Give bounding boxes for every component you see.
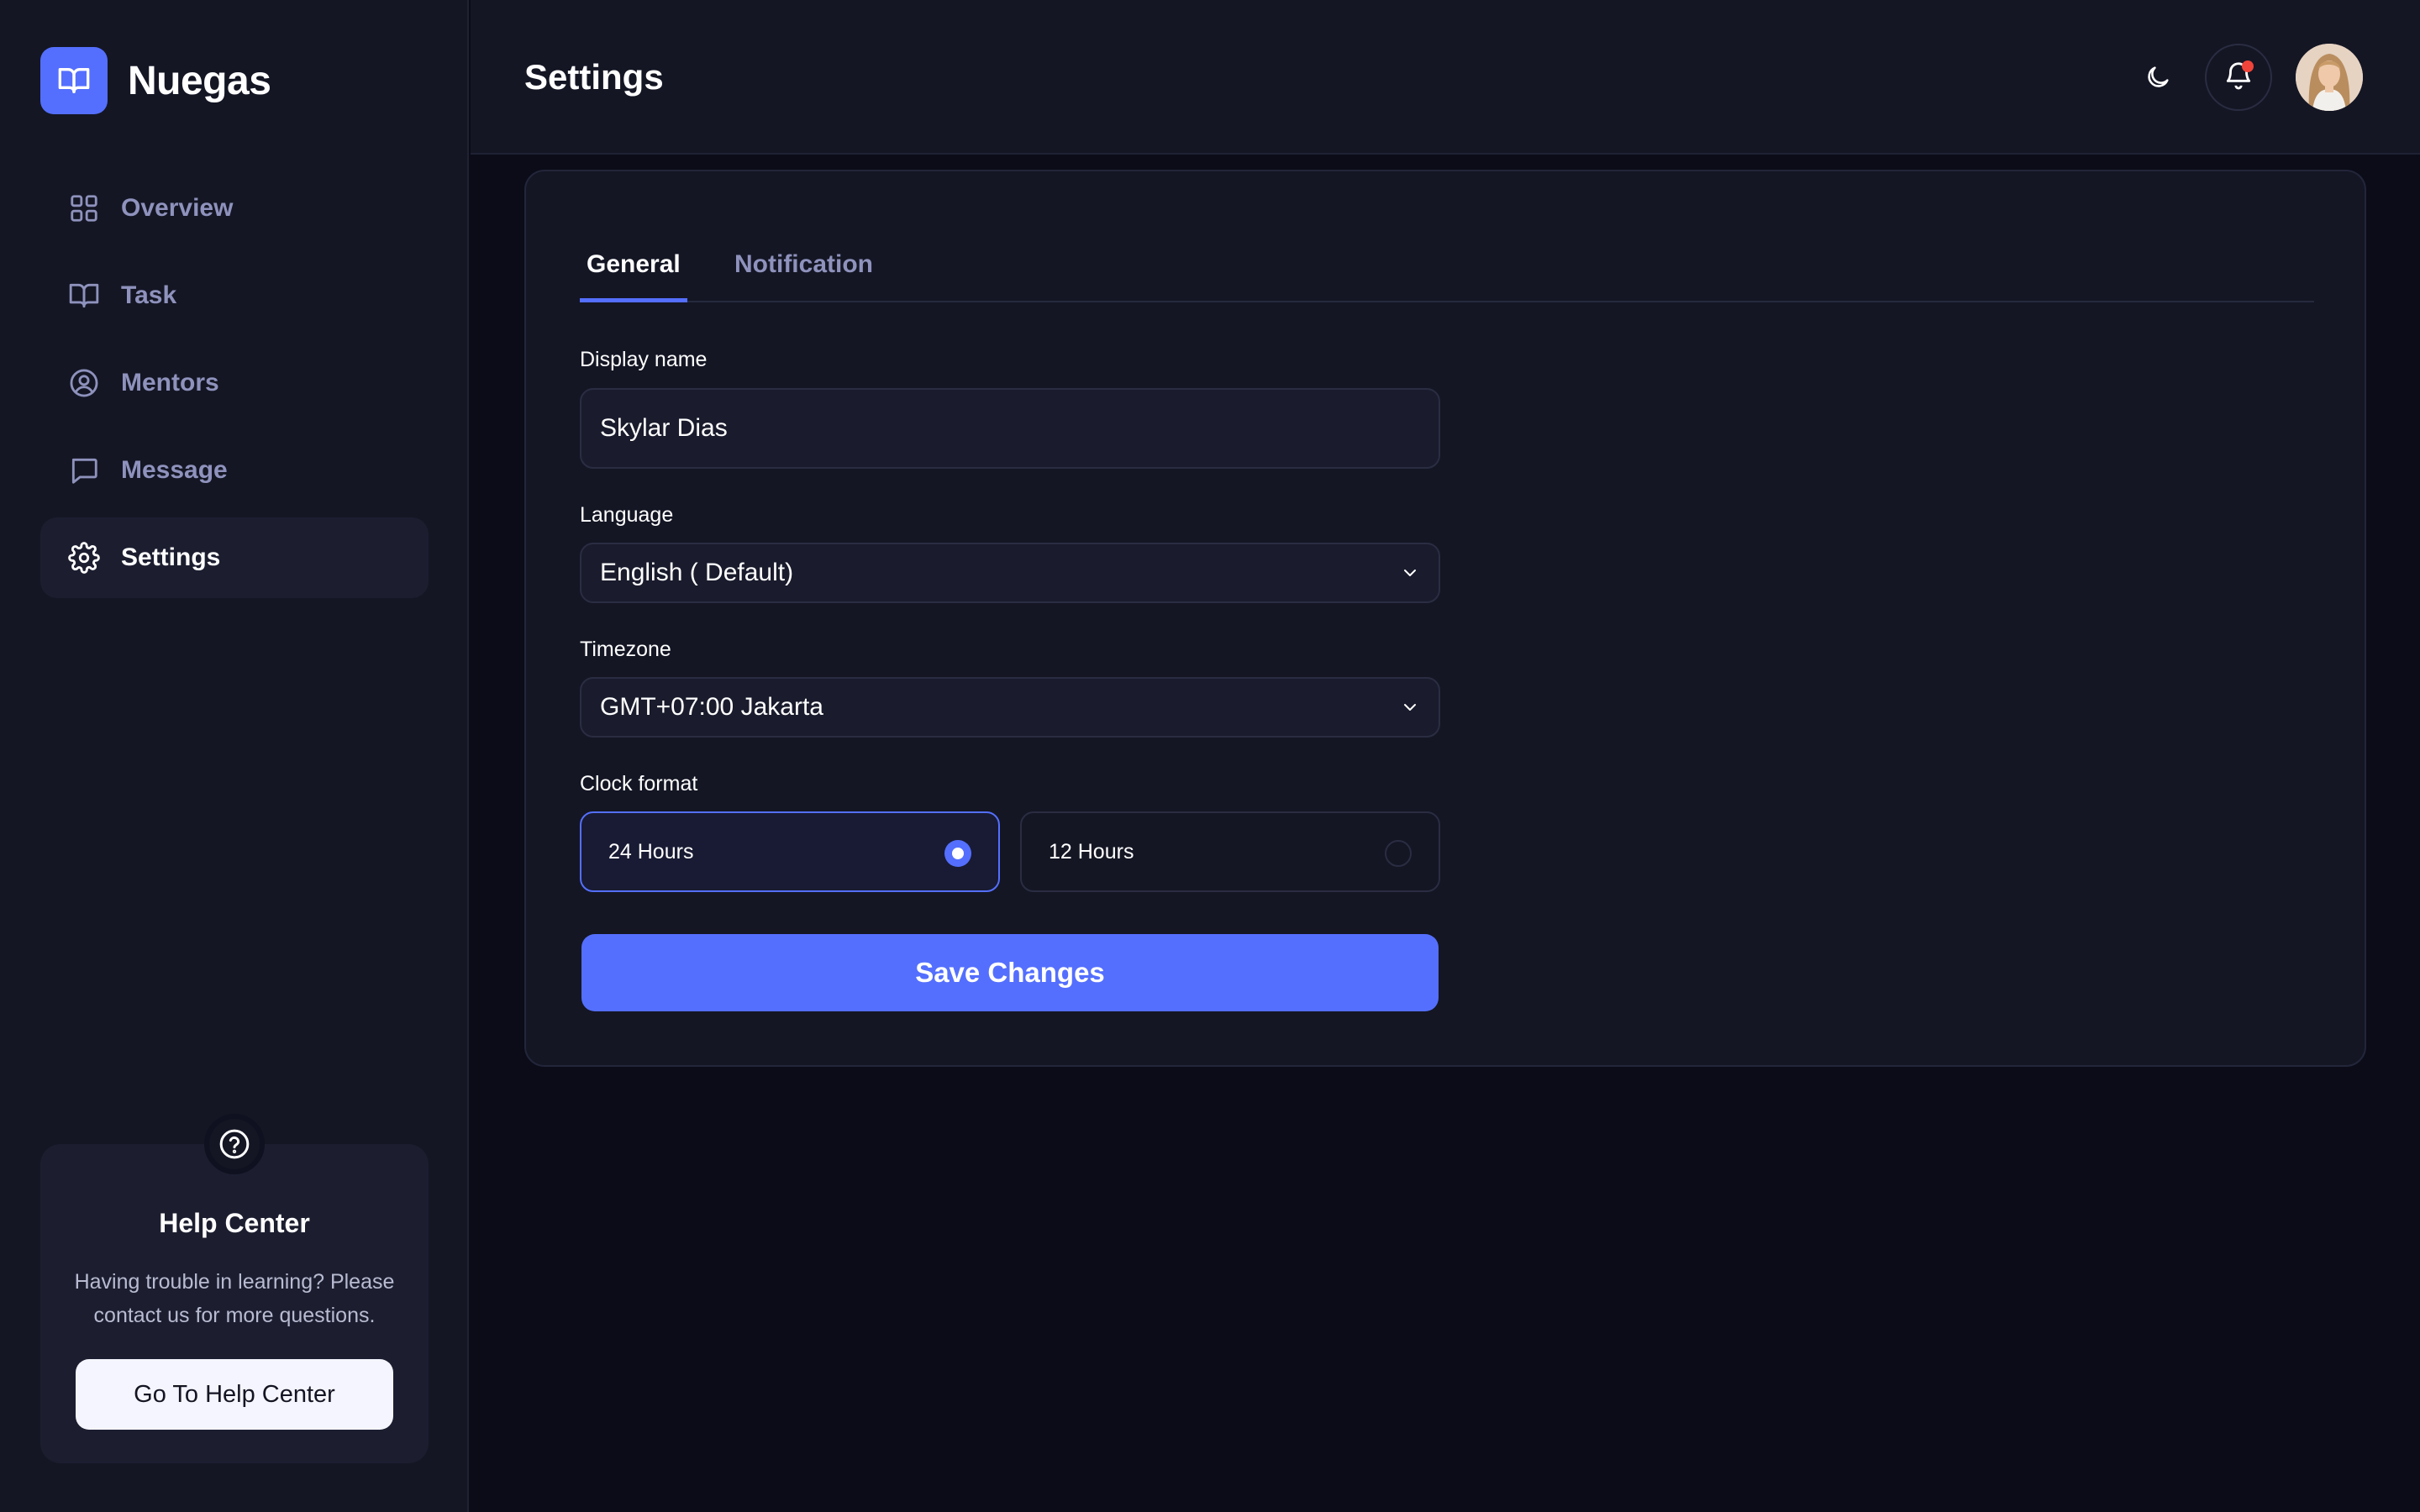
language-label: Language [580, 503, 674, 527]
book-open-icon [40, 47, 108, 114]
book-icon [67, 279, 101, 312]
display-name-field[interactable]: Skylar Dias [580, 388, 1440, 469]
save-changes-button[interactable]: Save Changes [581, 934, 1439, 1011]
sidebar-item-label: Overview [121, 194, 234, 222]
notification-button[interactable] [2205, 44, 2272, 111]
app-window: Nuegas Overview Task Mentors Message Set… [0, 0, 2420, 1512]
sidebar-item-mentors[interactable]: Mentors [40, 343, 429, 423]
settings-tabs: General Notification [580, 245, 2314, 302]
timezone-select[interactable]: GMT+07:00 Jakarta [580, 677, 1440, 738]
clock-format-24-hours[interactable]: 24 Hours [580, 811, 1000, 892]
tab-notification[interactable]: Notification [728, 245, 880, 302]
sidebar-item-label: Settings [121, 543, 221, 571]
go-to-help-center-button[interactable]: Go To Help Center [76, 1359, 393, 1430]
tab-general[interactable]: General [580, 245, 687, 302]
clock-format-label: Clock format [580, 772, 698, 795]
radio-checked-icon [944, 840, 971, 867]
timezone-label: Timezone [580, 638, 671, 661]
sidebar-item-label: Mentors [121, 369, 219, 396]
radio-unchecked-icon [1385, 840, 1412, 867]
top-header: Settings [471, 0, 2420, 155]
help-center-title: Help Center [159, 1208, 310, 1238]
question-circle-icon [204, 1114, 265, 1174]
chevron-down-icon [1400, 697, 1420, 717]
sidebar-item-message[interactable]: Message [40, 430, 429, 511]
sidebar-item-settings[interactable]: Settings [40, 517, 429, 598]
clock-format-12-hours[interactable]: 12 Hours [1020, 811, 1440, 892]
chat-icon [67, 454, 101, 487]
help-center-card: Help Center Having trouble in learning? … [40, 1114, 429, 1463]
user-circle-icon [67, 366, 101, 400]
timezone-value: GMT+07:00 Jakarta [600, 693, 823, 721]
sidebar-item-label: Task [121, 281, 177, 309]
page-title: Settings [524, 57, 664, 97]
chevron-down-icon [1400, 563, 1420, 583]
sidebar-item-overview[interactable]: Overview [40, 168, 429, 249]
display-name-label: Display name [580, 348, 708, 371]
grid-icon [67, 192, 101, 225]
help-center-text: Having trouble in learning? Please conta… [74, 1270, 395, 1327]
gear-icon [67, 541, 101, 575]
display-name-value: Skylar Dias [600, 414, 728, 442]
settings-card: General Notification Display name Skylar… [524, 170, 2366, 1067]
avatar[interactable] [2296, 44, 2363, 111]
language-value: English ( Default) [600, 559, 794, 586]
language-select[interactable]: English ( Default) [580, 543, 1440, 603]
brand[interactable]: Nuegas [40, 47, 271, 114]
notification-dot [2242, 60, 2254, 72]
moon-icon[interactable] [2124, 44, 2191, 111]
sidebar: Nuegas Overview Task Mentors Message Set… [0, 0, 469, 1512]
radio-label: 12 Hours [1049, 839, 1134, 864]
sidebar-item-label: Message [121, 456, 228, 484]
sidebar-item-task[interactable]: Task [40, 255, 429, 336]
radio-label: 24 Hours [608, 839, 694, 864]
brand-name: Nuegas [128, 58, 271, 103]
sidebar-nav: Overview Task Mentors Message Settings [40, 168, 429, 605]
